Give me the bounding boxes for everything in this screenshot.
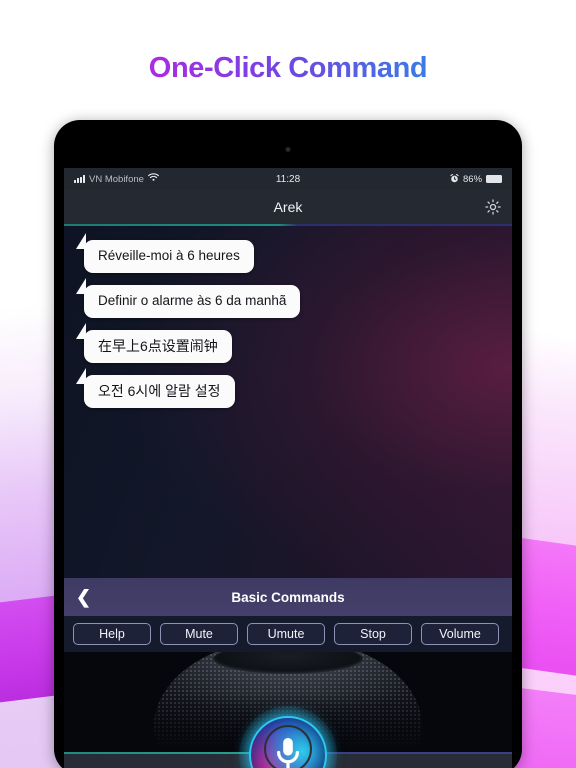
- app-header: Arek: [64, 190, 512, 224]
- carrier-label: VN Mobifone: [89, 173, 144, 185]
- chat-row: Definir o alarme às 6 da manhã: [64, 277, 512, 318]
- chat-bubble[interactable]: Réveille-moi à 6 heures: [76, 233, 254, 273]
- chat-row: 오전 6시에 알람 설정: [64, 367, 512, 409]
- command-button-bar[interactable]: Help Mute Umute Stop Volume: [64, 616, 512, 652]
- chat-message-list: Réveille-moi à 6 heures Definir o alarme…: [64, 226, 512, 578]
- page-title: One-Click Command: [0, 52, 576, 85]
- alarm-clock-icon: [450, 173, 459, 185]
- front-camera-dot: [285, 147, 291, 152]
- status-bar-left: VN Mobifone: [74, 173, 276, 185]
- chat-row: 在早上6点设置闹钟: [64, 322, 512, 364]
- command-button-volume[interactable]: Volume: [421, 623, 499, 645]
- battery-full-icon: [486, 175, 503, 183]
- command-button-help[interactable]: Help: [73, 623, 151, 645]
- home-indicator: [264, 725, 312, 768]
- chat-bubble[interactable]: 오전 6시에 알람 설정: [76, 367, 235, 409]
- chat-row: Réveille-moi à 6 heures: [64, 233, 512, 273]
- status-bar-clock: 11:28: [275, 173, 301, 185]
- tablet-device-frame: VN Mobifone 11:28 86% Arek Réveille-moi …: [54, 120, 522, 768]
- command-button-mute[interactable]: Mute: [160, 623, 238, 645]
- gear-icon[interactable]: [484, 198, 502, 216]
- status-bar-right: 86%: [300, 173, 503, 185]
- command-button-umute[interactable]: Umute: [247, 623, 325, 645]
- wifi-icon: [148, 173, 159, 185]
- app-title: Arek: [273, 199, 303, 215]
- chevron-left-icon[interactable]: ❮: [76, 588, 91, 606]
- screenshot-root: One-Click Command VN Mobifone 11:28 86% …: [0, 0, 576, 768]
- command-button-stop[interactable]: Stop: [334, 623, 412, 645]
- device-screen: VN Mobifone 11:28 86% Arek Réveille-moi …: [64, 168, 512, 768]
- status-bar: VN Mobifone 11:28 86%: [64, 168, 512, 190]
- commands-section-title: Basic Commands: [231, 589, 345, 605]
- commands-section-header: ❮ Basic Commands: [64, 578, 512, 616]
- battery-percent-label: 86%: [463, 173, 483, 185]
- chat-bubble[interactable]: 在早上6点设置闹钟: [76, 322, 232, 364]
- chat-bubble[interactable]: Definir o alarme às 6 da manhã: [75, 277, 301, 318]
- signal-bars-icon: [74, 175, 85, 183]
